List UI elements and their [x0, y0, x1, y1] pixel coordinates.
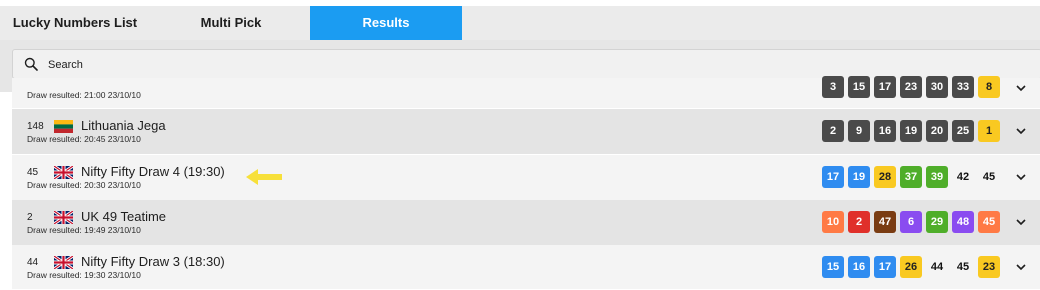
draw-row[interactable]: 148 Lithuania Jega Draw resulted: 20:45 23…	[12, 109, 1040, 155]
draw-time: Draw resulted: 19:30 23/10/10	[27, 270, 141, 280]
draw-title: Nifty Fifty Draw 3 (18:30)	[81, 254, 225, 269]
uk-flag-icon	[54, 166, 73, 179]
chevron-down-icon[interactable]	[1015, 263, 1027, 271]
result-balls: 3 15 17 23 30 33 8	[822, 76, 1000, 98]
result-ball: 10	[822, 211, 844, 233]
result-balls: 10 2 47 6 29 48 45	[822, 211, 1000, 233]
draw-row[interactable]: 2 UK 49 Teatime Draw resulted: 19:49 23/10…	[12, 200, 1040, 246]
result-ball: 44	[930, 261, 944, 273]
result-ball: 6	[900, 211, 922, 233]
result-ball: 16	[874, 120, 896, 142]
tab-bar: Lucky Numbers List Multi Pick Results	[0, 6, 1040, 40]
result-ball: 47	[874, 211, 896, 233]
result-ball: 1	[978, 120, 1000, 142]
tab-multi-pick[interactable]: Multi Pick	[156, 6, 306, 40]
lithuania-flag-icon	[54, 120, 73, 133]
result-ball: 17	[822, 166, 844, 188]
draw-title: Lithuania Jega	[81, 118, 166, 133]
result-ball: 45	[956, 261, 970, 273]
result-ball: 20	[926, 120, 948, 142]
search-icon	[24, 57, 38, 71]
draw-row[interactable]: Draw resulted: 21:00 23/10/10 3 15 17 23 30 33…	[12, 76, 1040, 109]
result-ball: 28	[874, 166, 896, 188]
result-ball: 26	[900, 256, 922, 278]
arrow-left-icon	[246, 169, 282, 185]
draw-id: 148	[27, 121, 44, 132]
result-balls: 15 16 17 26 44 45 23	[822, 256, 1000, 278]
draw-title: UK 49 Teatime	[81, 209, 167, 224]
result-ball: 39	[926, 166, 948, 188]
result-ball: 25	[952, 120, 974, 142]
result-ball: 16	[848, 256, 870, 278]
draw-title: Nifty Fifty Draw 4 (19:30)	[81, 164, 225, 179]
draw-id: 45	[27, 167, 39, 178]
draw-id: 44	[27, 257, 39, 268]
result-ball: 19	[848, 166, 870, 188]
draw-time: Draw resulted: 21:00 23/10/10	[27, 90, 141, 100]
uk-flag-icon	[54, 211, 73, 224]
result-ball: 9	[848, 120, 870, 142]
result-ball: 8	[978, 76, 1000, 98]
chevron-down-icon[interactable]	[1015, 84, 1027, 92]
search-input[interactable]	[46, 53, 950, 77]
result-ball: 45	[982, 171, 996, 183]
draw-time: Draw resulted: 19:49 23/10/10	[27, 225, 141, 235]
result-ball: 15	[848, 76, 870, 98]
result-ball: 45	[978, 211, 1000, 233]
draw-time: Draw resulted: 20:30 23/10/10	[27, 180, 141, 190]
result-balls: 17 19 28 37 39 42 45	[822, 166, 1000, 188]
tab-results[interactable]: Results	[310, 6, 462, 40]
draw-row[interactable]: 45 Nifty Fifty Draw 4 (19:30) Draw resulte…	[12, 155, 1040, 201]
chevron-down-icon[interactable]	[1015, 173, 1027, 181]
draw-time: Draw resulted: 20:45 23/10/10	[27, 134, 141, 144]
result-ball: 23	[978, 256, 1000, 278]
result-ball: 42	[956, 171, 970, 183]
result-ball: 23	[900, 76, 922, 98]
result-ball: 30	[926, 76, 948, 98]
chevron-down-icon[interactable]	[1015, 218, 1027, 226]
result-ball: 17	[874, 256, 896, 278]
result-ball: 2	[822, 120, 844, 142]
chevron-down-icon[interactable]	[1015, 127, 1027, 135]
search-box	[12, 49, 1040, 79]
result-ball: 19	[900, 120, 922, 142]
result-ball: 3	[822, 76, 844, 98]
result-ball: 2	[848, 211, 870, 233]
result-ball: 37	[900, 166, 922, 188]
tab-lucky-numbers-list[interactable]: Lucky Numbers List	[0, 6, 150, 40]
result-ball: 15	[822, 256, 844, 278]
uk-flag-icon	[54, 256, 73, 269]
result-ball: 17	[874, 76, 896, 98]
result-ball: 29	[926, 211, 948, 233]
result-balls: 2 9 16 19 20 25 1	[822, 120, 1000, 142]
result-ball: 33	[952, 76, 974, 98]
draw-row[interactable]: 44 Nifty Fifty Draw 3 (18:30) Draw resulte…	[12, 245, 1040, 290]
draw-id: 2	[27, 212, 33, 223]
result-ball: 48	[952, 211, 974, 233]
